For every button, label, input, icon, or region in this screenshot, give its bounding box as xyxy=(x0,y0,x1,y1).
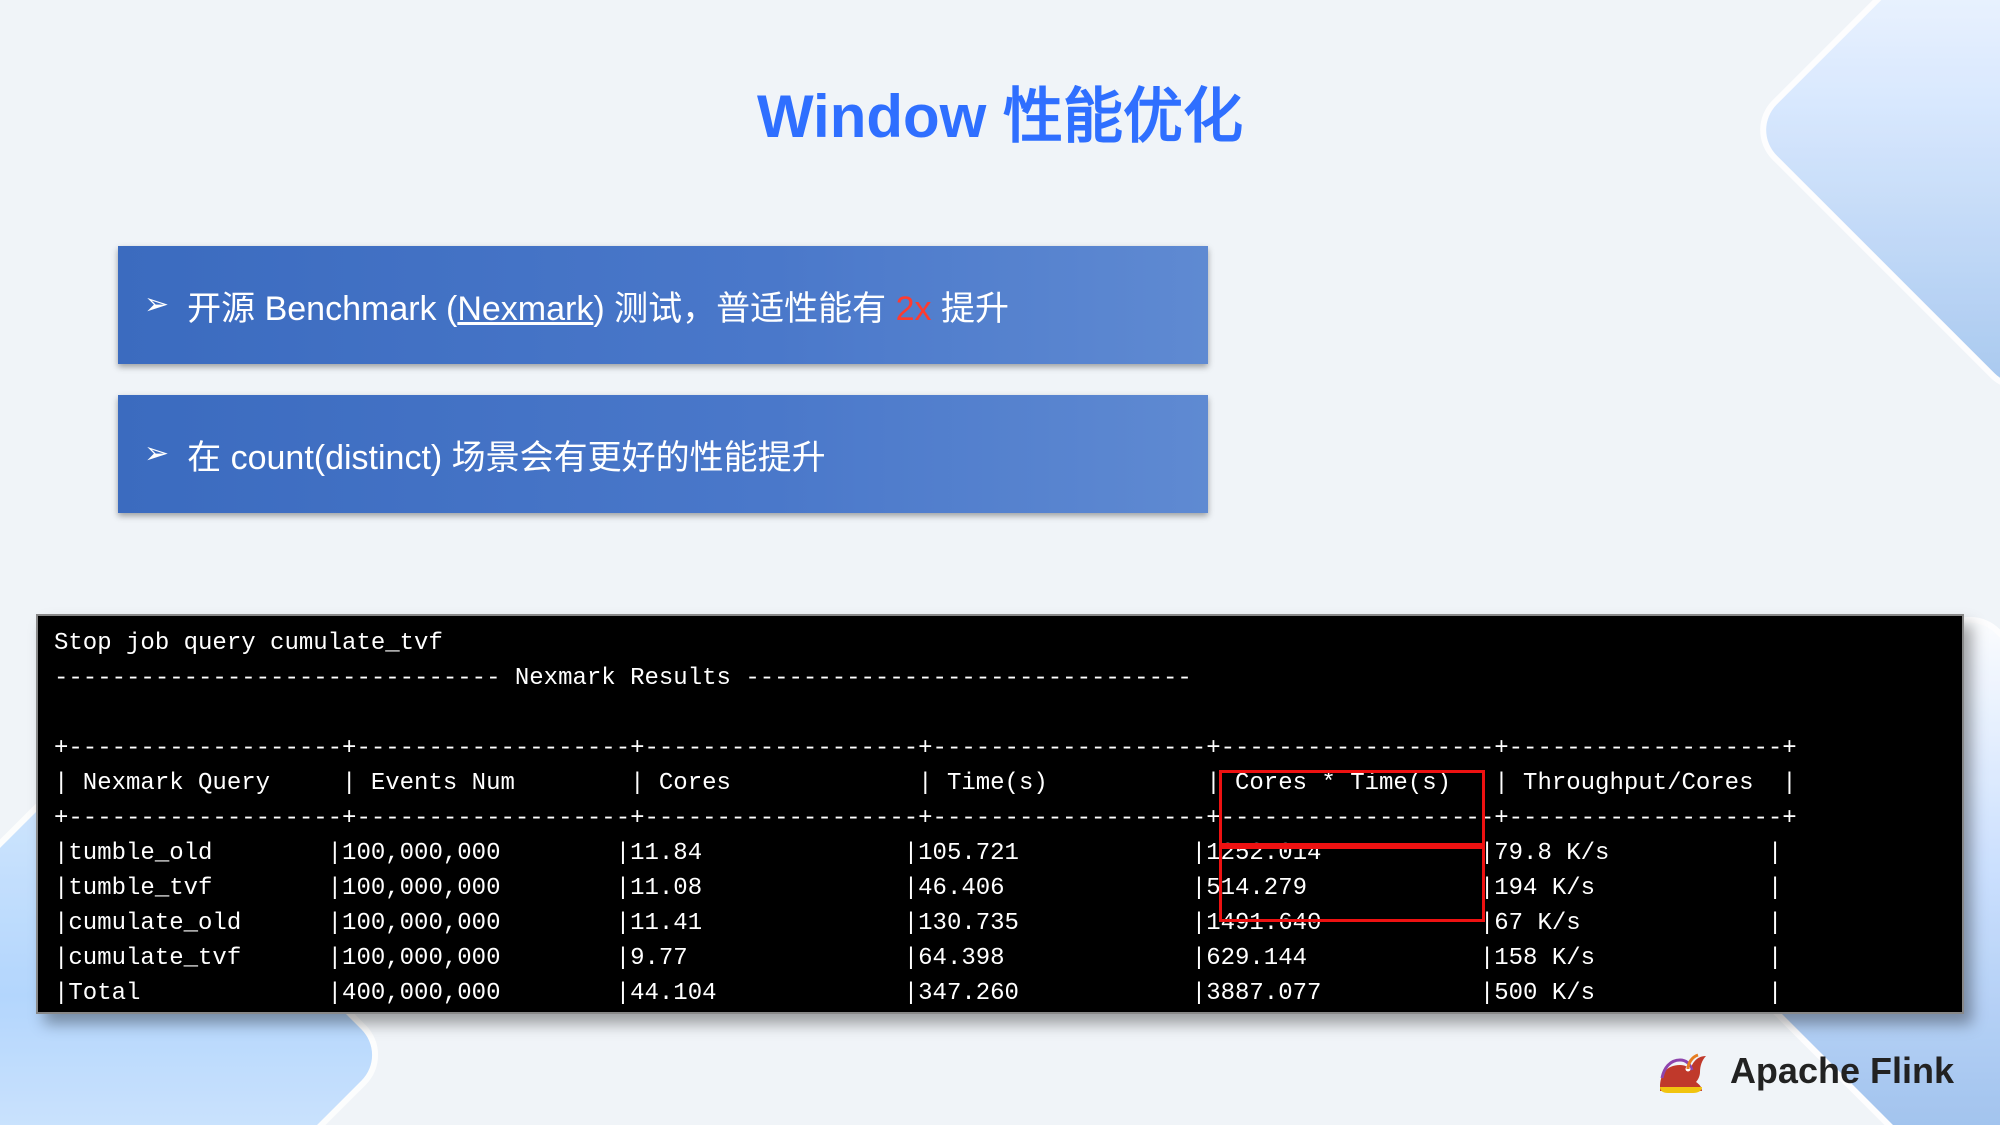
bullet-arrow-icon: ➢ xyxy=(144,290,169,320)
flink-squirrel-icon xyxy=(1648,1039,1712,1103)
nexmark-terminal-output: Stop job query cumulate_tvf ------------… xyxy=(36,614,1964,1014)
bullet2-text: 在 count(distinct) 场景会有更好的性能提升 xyxy=(187,430,826,479)
nexmark-link[interactable]: Nexmark xyxy=(457,290,593,328)
bullet-benchmark-2x: ➢ 开源 Benchmark (Nexmark) 测试，普适性能有 2x 提升 xyxy=(118,246,1208,364)
bullet1-suf1: ) 测试，普适性能有 xyxy=(593,290,895,328)
bg-cube-top-right xyxy=(1751,0,2000,399)
footer-logo: Apache Flink xyxy=(1648,1039,1954,1103)
bullet1-suf2: 提升 xyxy=(932,290,1009,328)
bullet-arrow-icon: ➢ xyxy=(144,439,169,469)
slide-title: Window 性能优化 xyxy=(0,68,2000,155)
bullet1-text: 开源 Benchmark (Nexmark) 测试，普适性能有 2x 提升 xyxy=(187,281,1009,330)
bullet1-highlight: 2x xyxy=(896,290,932,328)
footer-brand-text: Apache Flink xyxy=(1730,1050,1954,1092)
bullet1-prefix: 开源 Benchmark ( xyxy=(187,290,457,328)
bullet-count-distinct: ➢ 在 count(distinct) 场景会有更好的性能提升 xyxy=(118,395,1208,513)
